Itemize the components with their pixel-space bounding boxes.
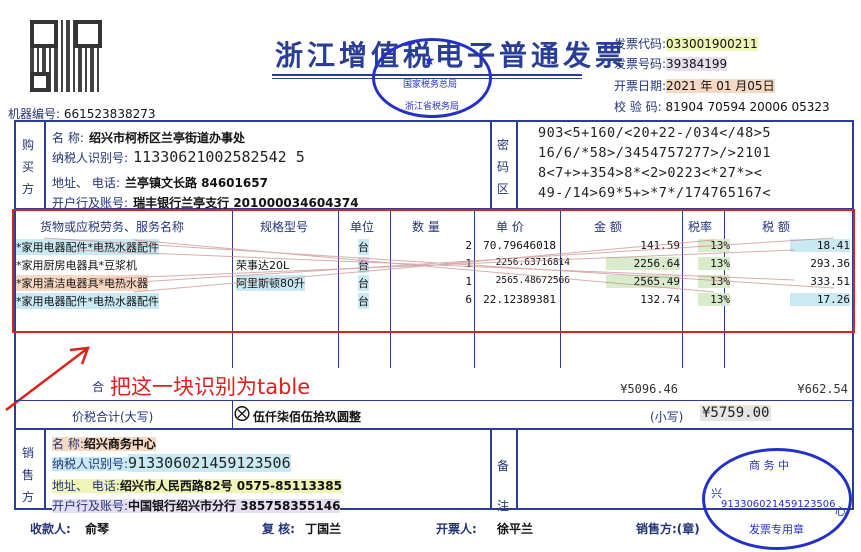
seller-stamp-bottom: 发票专用章	[749, 523, 804, 536]
invoice-number: 发票号码:39384199	[614, 54, 728, 74]
totals-divider	[14, 400, 854, 401]
tax-bureau-stamp: 国家税务总局 浙江省税务局 ★	[372, 38, 492, 118]
reviewer-label: 复 核:	[262, 522, 295, 536]
total-tax: ¥662.54	[797, 382, 848, 396]
invoice-date-value: 2021 年 01 月05日	[666, 79, 775, 93]
buyer-side-divider	[44, 120, 46, 208]
payee-name: 俞琴	[85, 522, 110, 536]
seller-stamp-top: 商 务 中	[749, 459, 789, 472]
buyer-address-row: 地址、 电话: 兰亭镇文长路 84601657	[52, 176, 268, 190]
seller-name: 绍兴商务中心	[83, 437, 156, 451]
grand-total-divider	[14, 428, 854, 430]
star-icon: ★	[423, 53, 436, 69]
issuer-label: 开票人:	[436, 522, 477, 536]
invoice-date-label: 开票日期:	[614, 79, 667, 93]
tax-bureau-stamp-bottom: 浙江省税务局	[405, 102, 460, 112]
invoice-code-value: 033001900211	[666, 37, 758, 51]
seller-stamp-id: 913306021459123506	[721, 499, 836, 510]
seller-name-row: 名 称:绍兴商务中心	[52, 437, 156, 451]
tax-bureau-stamp-top: 国家税务总局	[403, 80, 458, 90]
seller-tax-id: 913306021459123506	[128, 454, 291, 472]
grand-total-label: 价税合计(大写)	[72, 410, 154, 424]
payee-label: 收款人:	[30, 522, 71, 536]
grand-total-lower: ¥5759.00	[700, 405, 772, 421]
cipher-line: 16/6/*58>/3454757277>/>2101	[538, 145, 771, 161]
total-label: 合	[92, 380, 105, 394]
buyer-bank: 瑞丰银行兰亭支行 201000034604374	[133, 196, 359, 210]
remarks-divider-right	[516, 428, 518, 510]
buyer-tax-row: 纳税人识别号: 11330621002582542 5	[52, 148, 305, 166]
invoice-code-label: 发票代码:	[614, 37, 667, 51]
invoice-number-label: 发票号码:	[614, 57, 667, 71]
qr-code	[30, 20, 102, 92]
seller-address: 绍兴市人民西路82号 0575-85113385	[119, 479, 342, 493]
cipher-block: 903<5+160/<20+22-/034</48>5 16/6/*58>/34…	[538, 123, 771, 203]
machine-number-label: 机器编号:	[8, 107, 61, 121]
seller-side-divider	[44, 428, 46, 510]
grand-total-lower-label: (小写)	[650, 410, 684, 424]
reviewer: 复 核: 丁国兰	[262, 520, 341, 537]
cipher-line: 8<7+>+354>8*<2>0223<*27*><	[538, 165, 763, 181]
seller-bank-row: 开户行及账号:中国银行绍兴市分行 385758355146	[52, 499, 341, 513]
invoice-date: 开票日期:2021 年 01 月05日	[614, 76, 775, 96]
cipher-divider-left	[490, 120, 492, 208]
annotation-text: 把这一块识别为table	[110, 375, 311, 399]
seller-stamp-right: 心	[835, 505, 846, 518]
invoice-number-value: 39384199	[666, 57, 728, 71]
cipher-side-label: 密 码 区	[497, 138, 510, 196]
check-code: 校 验 码: 81904 70594 20006 05323	[614, 97, 830, 117]
check-code-label: 校 验 码:	[614, 100, 662, 114]
buyer-name: 绍兴市柯桥区兰亭街道办事处	[88, 131, 245, 145]
seller-bank: 中国银行绍兴市分行 385758355146	[128, 499, 341, 513]
cipher-line: 49-/14>69*5+>*7*/174765167<	[538, 185, 771, 201]
cipher-line: 903<5+160/<20+22-/034</48>5	[538, 125, 771, 141]
annotation-box	[12, 209, 855, 333]
remarks-side-label: 备 注	[497, 459, 510, 513]
grand-total-upper: 伍仟柒佰伍拾玖圆整	[253, 410, 362, 424]
payee: 收款人: 俞琴	[30, 520, 109, 537]
invoice-code: 发票代码:033001900211	[614, 34, 758, 54]
seller-invoice-stamp: 商 务 中 兴 心 913306021459123506 发票专用章	[702, 448, 852, 550]
circle-x-icon: ⨂	[234, 403, 250, 422]
buyer-address: 兰亭镇文长路 84601657	[124, 176, 268, 190]
cipher-divider-right	[516, 120, 518, 208]
annotation-arrow-icon	[5, 346, 90, 411]
seller-address-row: 地址、 电话:绍兴市人民西路82号 0575-85113385	[52, 479, 342, 493]
total-amount: ¥5096.46	[620, 382, 678, 396]
machine-number-value: 661523838273	[63, 107, 156, 121]
seller-tax-row: 纳税人识别号:913306021459123506	[52, 454, 291, 472]
reviewer-name: 丁国兰	[305, 522, 342, 536]
seller-seal-label: 销售方:(章)	[636, 522, 700, 536]
buyer-side-label: 购 买 方	[22, 138, 35, 196]
seller-side-label: 销 售 方	[22, 446, 35, 504]
buyer-name-row: 名 称: 绍兴市柯桥区兰亭街道办事处	[52, 131, 245, 145]
grand-total-col-divider	[232, 400, 233, 428]
issuer: 开票人: 徐平兰	[436, 520, 533, 537]
remarks-divider-left	[490, 428, 492, 510]
buyer-tax-id: 11330621002582542 5	[133, 148, 305, 166]
issuer-name: 徐平兰	[497, 522, 534, 536]
check-code-value: 81904 70594 20006 05323	[665, 100, 830, 114]
